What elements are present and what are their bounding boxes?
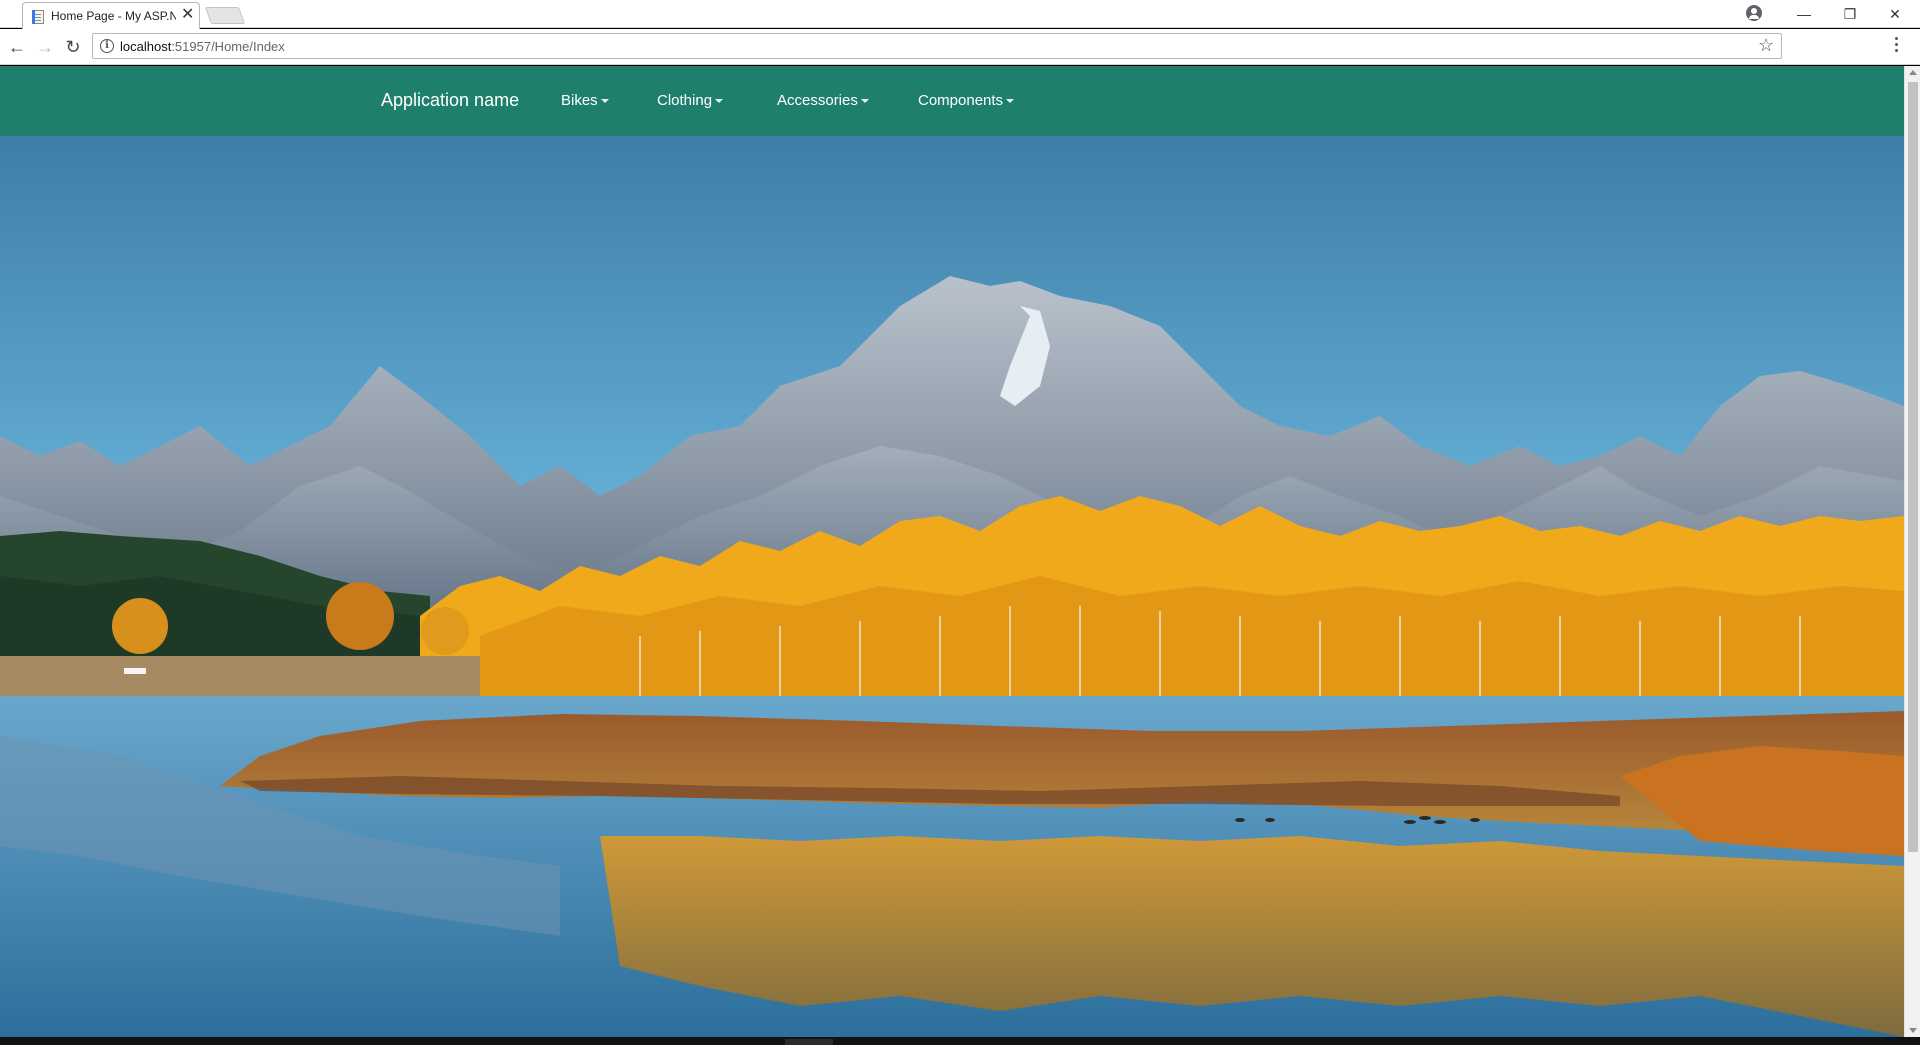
reload-button[interactable]: ↻ [61, 35, 85, 59]
address-bar[interactable]: i localhost:51957/Home/Index ☆ [92, 33, 1782, 59]
browser-titlebar: Home Page - My ASP.NE ✕ — ❐ ✕ [0, 0, 1920, 29]
nav-dropdown-clothing[interactable]: Clothing [657, 92, 724, 109]
scroll-down-arrow-icon[interactable] [1909, 1028, 1917, 1033]
url-path: :51957/Home/Index [171, 39, 285, 54]
close-window-button[interactable]: ✕ [1872, 0, 1918, 28]
site-info-icon[interactable]: i [100, 39, 114, 53]
scrollbar-thumb[interactable] [1908, 82, 1918, 852]
bookmark-star-icon[interactable]: ☆ [1758, 35, 1774, 56]
nav-dropdown-bikes[interactable]: Bikes [561, 92, 609, 109]
window-bottom-edge [0, 1037, 1920, 1045]
status-strip-mark [785, 1039, 833, 1045]
site-navbar: Application name Bikes Clothing Accessor… [0, 66, 1904, 136]
landscape-photo [0, 136, 1904, 1037]
restore-button[interactable]: ❐ [1827, 0, 1873, 28]
nav-dropdown-accessories[interactable]: Accessories [777, 92, 869, 109]
minimize-button[interactable]: — [1781, 0, 1827, 28]
tab-title: Home Page - My ASP.NE [51, 9, 176, 23]
nav-label: Bikes [561, 92, 598, 109]
back-button[interactable]: ← [5, 35, 29, 59]
caret-down-icon [860, 99, 869, 104]
new-tab-button[interactable] [204, 7, 246, 24]
hero-landscape-image [0, 136, 1904, 1037]
caret-down-icon [600, 99, 609, 104]
brand-link[interactable]: Application name [381, 90, 519, 111]
page-scrollbar[interactable] [1904, 66, 1920, 1037]
caret-down-icon [715, 99, 724, 104]
browser-toolbar: ← → ↻ i localhost:51957/Home/Index ☆ [0, 29, 1920, 65]
tab-close-icon[interactable]: ✕ [181, 6, 194, 24]
profile-icon[interactable] [1746, 5, 1762, 21]
page-viewport: Application name Bikes Clothing Accessor… [0, 66, 1904, 1037]
nav-label: Accessories [777, 92, 858, 109]
url-host: localhost [120, 39, 172, 54]
caret-down-icon [1006, 99, 1015, 104]
browser-menu-icon[interactable] [1895, 37, 1899, 55]
url-text[interactable]: localhost:51957/Home/Index [120, 39, 285, 54]
page-favicon-icon [32, 10, 44, 24]
nav-label: Clothing [657, 92, 713, 109]
nav-label: Components [918, 92, 1004, 109]
scroll-up-arrow-icon[interactable] [1909, 70, 1917, 75]
browser-tab[interactable]: Home Page - My ASP.NE ✕ [22, 2, 200, 29]
nav-dropdown-components[interactable]: Components [918, 92, 1015, 109]
forward-button[interactable]: → [33, 35, 57, 59]
